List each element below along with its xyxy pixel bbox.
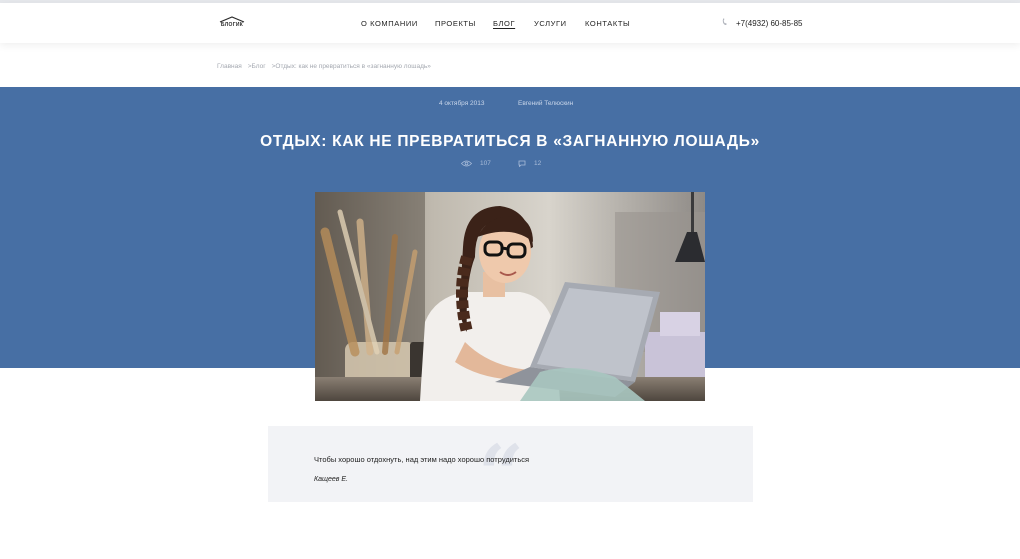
quote-mark-icon: “ <box>478 427 525 521</box>
nav-services[interactable]: Услуги <box>534 19 567 28</box>
article-photo <box>315 192 705 401</box>
quote-block: “ Чтобы хорошо отдохнуть, над этим надо … <box>268 426 753 514</box>
comments-stat[interactable]: 12 <box>518 160 541 167</box>
views-stat: 107 <box>461 160 491 167</box>
quote-author: Кащеев Е. <box>314 476 348 483</box>
comment-icon <box>518 160 526 167</box>
phone-link[interactable]: +7(4932) 60-85-85 <box>722 18 803 28</box>
nav-about[interactable]: О компании <box>361 19 418 28</box>
breadcrumb-home[interactable]: Главная <box>217 63 242 70</box>
breadcrumb-current: >Отдых: как не превратиться в «загнанную… <box>271 63 431 70</box>
site-header: БЛОГИК О компании Проекты Блог Услуги Ко… <box>0 3 1020 43</box>
nav-contacts[interactable]: Контакты <box>585 19 630 28</box>
nav-blog[interactable]: Блог <box>493 19 515 28</box>
article-author[interactable]: Евгений Телюскин <box>518 100 573 107</box>
views-count: 107 <box>480 160 491 167</box>
woman-laptop-photo <box>315 192 705 401</box>
main-nav: О компании Проекты Блог Услуги Контакты <box>0 19 1020 31</box>
phone-number: +7(4932) 60-85-85 <box>736 19 803 28</box>
comments-count: 12 <box>534 160 542 167</box>
phone-icon <box>722 18 727 26</box>
quote-text: Чтобы хорошо отдохнуть, над этим надо хо… <box>314 455 530 464</box>
article-date: 4 октября 2013 <box>439 100 485 107</box>
article-title: ОТДЫХ: КАК НЕ ПРЕВРАТИТЬСЯ В «ЗАГНАННУЮ … <box>260 133 760 150</box>
nav-projects[interactable]: Проекты <box>435 19 476 28</box>
breadcrumb-blog[interactable]: >Блог <box>248 63 266 70</box>
eye-icon <box>461 160 472 167</box>
breadcrumb: Главная >Блог >Отдых: как не превратиться … <box>217 63 437 70</box>
